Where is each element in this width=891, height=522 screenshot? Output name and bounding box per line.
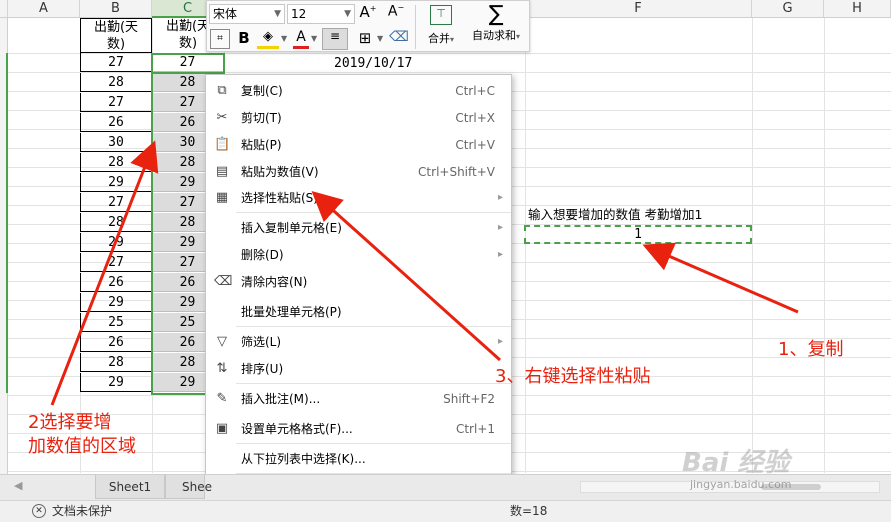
baidu-watermark-url: jingyan.baidu.com bbox=[690, 478, 792, 491]
arrow-right-click bbox=[311, 190, 502, 362]
annotation-select-area-1: 2选择要增 bbox=[28, 412, 112, 433]
baidu-watermark-logo: Bai 经验 bbox=[682, 448, 790, 478]
annotation-right-click: 3、右键选择性粘贴 bbox=[495, 366, 651, 387]
arrow-copy bbox=[642, 242, 799, 314]
annotation-copy: 1、复制 bbox=[778, 339, 844, 360]
arrow-select-area bbox=[50, 140, 159, 406]
annotation-select-area-2: 加数值的区域 bbox=[28, 436, 136, 457]
